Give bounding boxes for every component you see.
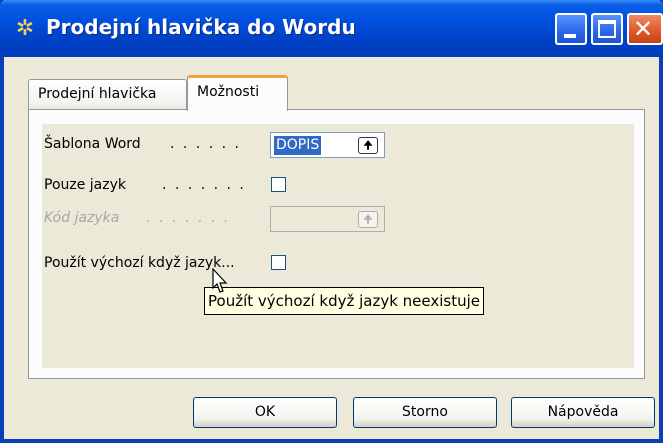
minimize-icon xyxy=(564,34,576,38)
ok-button[interactable]: OK xyxy=(193,397,337,428)
cancel-button[interactable]: Storno xyxy=(353,397,497,428)
template-field[interactable]: DOPIS 🠉 xyxy=(270,132,385,158)
minimize-button[interactable] xyxy=(555,13,587,45)
language-code-row: Kód jazyka . . . . . . . 🠉 xyxy=(42,206,634,232)
language-only-row: Pouze jazyk . . . . . . . xyxy=(42,173,634,197)
tab-panel-moznosti: Šablona Word . . . . . . DOPIS 🠉 Pouze j… xyxy=(28,109,645,379)
language-only-checkbox[interactable] xyxy=(271,177,286,192)
use-default-checkbox[interactable] xyxy=(271,255,286,270)
language-code-dots: . . . . . . . xyxy=(146,210,230,226)
tab-moznosti[interactable]: Možnosti xyxy=(187,75,288,111)
language-only-dots: . . . . . . . xyxy=(162,177,246,193)
maximize-icon xyxy=(598,20,616,38)
mouse-cursor-icon xyxy=(212,268,228,293)
tab-prodejni-hlavicka[interactable]: Prodejní hlavička xyxy=(28,79,187,109)
language-only-label: Pouze jazyk xyxy=(44,177,127,193)
tooltip: Použít výchozí když jazyk neexistuje xyxy=(204,287,485,315)
use-default-row: Použít výchozí když jazyk... xyxy=(42,251,634,275)
title-bar[interactable]: ✲ Prodejní hlavička do Wordu ✕ xyxy=(0,0,663,57)
language-code-label: Kód jazyka xyxy=(44,210,120,226)
options-group: Šablona Word . . . . . . DOPIS 🠉 Pouze j… xyxy=(42,124,634,368)
gear-icon: ✲ xyxy=(15,16,35,41)
use-default-label: Použít výchozí když jazyk... xyxy=(44,255,235,271)
template-dots: . . . . . . xyxy=(170,136,241,152)
close-button[interactable]: ✕ xyxy=(627,13,663,45)
window-title: Prodejní hlavička do Wordu xyxy=(46,15,356,39)
close-icon: ✕ xyxy=(633,15,654,43)
maximize-button[interactable] xyxy=(591,13,623,45)
template-label: Šablona Word xyxy=(44,136,141,152)
template-row: Šablona Word . . . . . . DOPIS 🠉 xyxy=(42,132,634,158)
lookup-arrow-icon[interactable]: 🠉 xyxy=(358,137,378,154)
help-button[interactable]: Nápověda xyxy=(511,397,655,428)
template-value: DOPIS xyxy=(274,136,322,155)
language-code-field: 🠉 xyxy=(270,206,385,232)
lookup-arrow-icon: 🠉 xyxy=(358,211,378,228)
